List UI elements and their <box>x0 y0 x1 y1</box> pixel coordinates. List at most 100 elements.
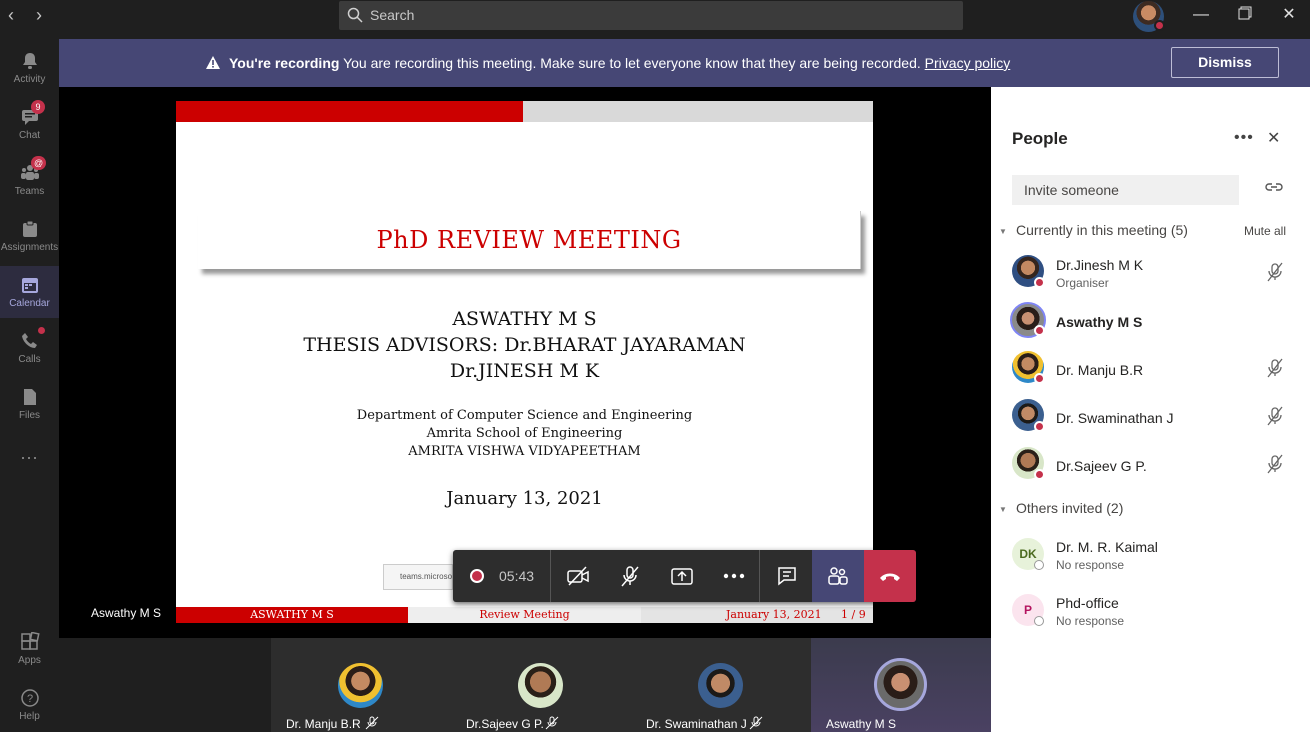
presentation-slide: PhD REVIEW MEETING ASWATHY M S THESIS AD… <box>176 101 873 623</box>
mic-off-icon <box>749 716 763 730</box>
slide-univ: AMRITA VISHWA VIDYAPEETHAM <box>408 444 641 459</box>
mic-off-icon[interactable] <box>1266 358 1284 378</box>
camera-off-icon <box>567 566 589 586</box>
participant-name: Dr. Manju B.R <box>286 717 361 731</box>
rail-apps[interactable]: Apps <box>0 623 59 675</box>
status-dot <box>1154 20 1165 31</box>
link-icon[interactable] <box>1265 181 1283 193</box>
slide-advisors: THESIS ADVISORS: Dr.BHARAT JAYARAMAN <box>303 334 746 356</box>
chevron-down-icon: ▼ <box>999 504 1007 514</box>
mute-all-button[interactable]: Mute all <box>1244 224 1286 238</box>
status-dot <box>1034 421 1045 432</box>
back-icon[interactable]: ‹ <box>1 6 21 26</box>
current-section-header[interactable]: ▼ Currently in this meeting (5) <box>999 222 1188 238</box>
privacy-policy-link[interactable]: Privacy policy <box>925 55 1011 71</box>
chevron-down-icon: ▼ <box>999 226 1007 236</box>
mic-toggle-button[interactable] <box>604 550 656 602</box>
section-heading: Currently in this meeting <box>1016 222 1167 238</box>
meeting-controls: 05:43 <box>453 550 916 602</box>
mic-off-icon[interactable] <box>1266 262 1284 282</box>
participant-tile-speaking[interactable]: Aswathy M S <box>811 638 991 732</box>
avatar <box>874 658 927 711</box>
invite-input[interactable] <box>1012 175 1239 205</box>
rail-activity[interactable]: Activity <box>0 42 59 94</box>
calls-dot <box>38 327 45 334</box>
others-section-header[interactable]: ▼ Others invited (2) <box>999 500 1123 516</box>
participant-tile[interactable]: Dr. Manju B.R <box>271 638 451 732</box>
participant-tile[interactable]: Dr.Sajeev G P. <box>451 638 631 732</box>
slide-progress-bar <box>176 101 523 122</box>
leave-call-button[interactable] <box>864 550 916 602</box>
share-notification[interactable]: teams.microso <box>383 564 453 590</box>
status-dot <box>1034 325 1045 336</box>
response-status: No response <box>1056 558 1125 572</box>
response-status: No response <box>1056 614 1125 628</box>
rail-files[interactable]: Files <box>0 378 59 430</box>
mic-off-icon[interactable] <box>1266 406 1284 426</box>
participant-name: Dr. Swaminathan J <box>1056 410 1174 426</box>
slide-dept: Department of Computer Science and Engin… <box>356 408 693 423</box>
rail-calls[interactable]: Calls <box>0 322 59 374</box>
participant-tile[interactable]: Dr. Swaminathan J <box>631 638 811 732</box>
rail-more-label: ... <box>20 443 39 463</box>
mic-off-icon <box>545 716 559 730</box>
participant-strip: Dr. Manju B.R Dr.Sajeev G P. Dr. Swamina… <box>59 638 991 732</box>
search-box[interactable]: Search <box>339 1 963 30</box>
participant-name: Dr. M. R. Kaimal <box>1056 539 1158 555</box>
hang-up-icon <box>880 573 900 581</box>
participant-row[interactable]: Dr.Jinesh M K Organiser <box>991 250 1310 298</box>
warning-icon <box>206 56 220 69</box>
no-response-icon <box>1034 560 1044 570</box>
participant-name: Dr.Sajeev G P. <box>1056 458 1147 474</box>
invited-row[interactable]: DK Dr. M. R. Kaimal No response <box>991 532 1310 580</box>
slide-school: Amrita School of Engineering <box>426 426 623 441</box>
rail-calendar[interactable]: Calendar <box>0 266 59 318</box>
banner-text: You are recording this meeting. Make sur… <box>343 55 921 71</box>
section-count: (2) <box>1106 500 1124 516</box>
banner-bold: You're recording <box>229 55 340 71</box>
footer-page: 1 / 9 <box>841 608 866 621</box>
slide-advisor2: Dr.JINESH M K <box>449 360 600 382</box>
panel-title: People <box>1012 129 1068 148</box>
slide-footer: ASWATHY M S Review Meeting January 13, 2… <box>176 607 873 623</box>
more-actions-button[interactable] <box>708 550 760 602</box>
status-dot <box>1034 373 1045 384</box>
rail-help[interactable]: ? Help <box>0 679 59 731</box>
status-dot <box>1034 277 1045 288</box>
forward-icon[interactable]: › <box>29 6 49 26</box>
more-icon[interactable]: ... <box>0 443 59 495</box>
teams-mention-badge: @ <box>31 156 47 170</box>
recording-banner: You're recording You are recording this … <box>59 39 1310 87</box>
dismiss-button[interactable]: Dismiss <box>1171 47 1279 78</box>
rail-assignments[interactable]: Assignments <box>0 210 59 262</box>
close-icon[interactable]: ✕ <box>1267 128 1280 148</box>
participant-row[interactable]: Dr.Sajeev G P. <box>991 442 1310 490</box>
participant-role: Organiser <box>1056 276 1109 290</box>
close-window-icon[interactable]: ✕ <box>1279 6 1299 26</box>
status-dot <box>1034 469 1045 480</box>
share-button[interactable] <box>656 550 708 602</box>
recording-indicator-icon <box>470 569 484 583</box>
participant-row[interactable]: Aswathy M S <box>991 298 1310 346</box>
invited-row[interactable]: P Phd-office No response <box>991 588 1310 636</box>
minimize-icon[interactable]: — <box>1191 6 1211 26</box>
participant-row[interactable]: Dr. Manju B.R <box>991 346 1310 394</box>
divider <box>550 550 551 602</box>
apps-icon <box>20 632 40 650</box>
more-icon[interactable]: ••• <box>1234 129 1254 147</box>
avatar <box>518 663 563 708</box>
footer-author: ASWATHY M S <box>176 607 408 623</box>
restore-icon[interactable] <box>1235 6 1255 26</box>
camera-toggle-button[interactable] <box>552 550 604 602</box>
rail-label: Calls <box>18 354 41 365</box>
app-rail: Activity Chat 9 Teams @ Assignments Cale… <box>0 39 59 732</box>
rail-teams[interactable]: Teams @ <box>0 154 59 206</box>
participant-name: Phd-office <box>1056 595 1119 611</box>
chat-button[interactable] <box>761 550 813 602</box>
rail-chat[interactable]: Chat 9 <box>0 98 59 150</box>
participant-row[interactable]: Dr. Swaminathan J <box>991 394 1310 442</box>
participants-button[interactable] <box>812 550 864 602</box>
help-icon: ? <box>20 689 39 707</box>
mic-off-icon[interactable] <box>1266 454 1284 474</box>
search-placeholder[interactable]: Search <box>370 7 414 23</box>
